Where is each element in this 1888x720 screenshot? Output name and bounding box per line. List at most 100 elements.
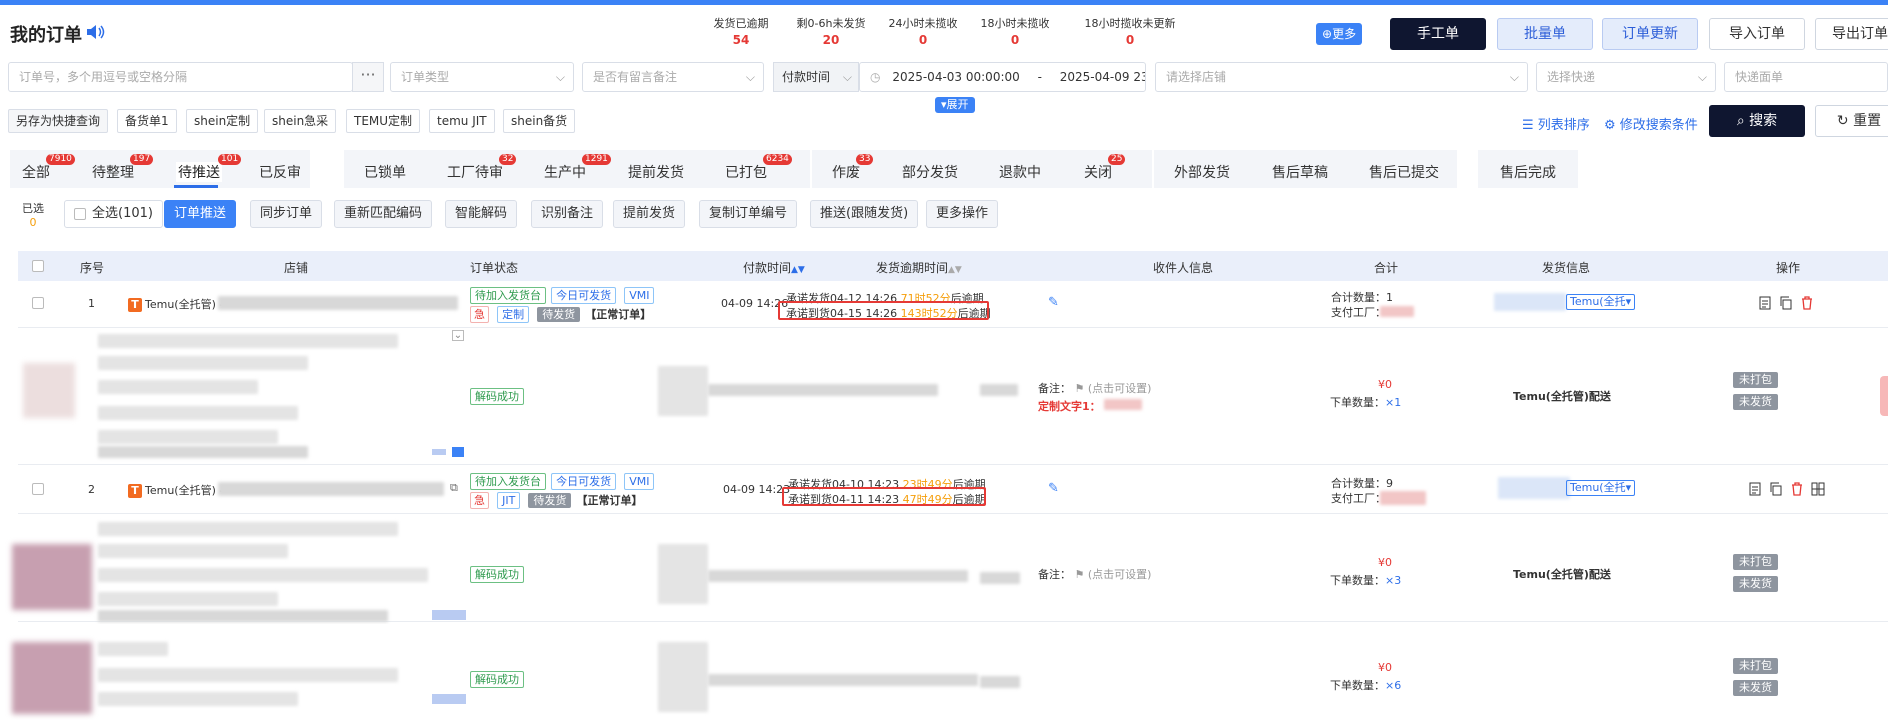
tab-refunding[interactable]: 退款中 [999, 162, 1041, 182]
copy-icon[interactable] [1769, 482, 1783, 496]
smart-decode-button[interactable]: 智能解码 [445, 200, 518, 228]
quick-tag[interactable]: shein备货 [503, 109, 576, 133]
order-update-button[interactable]: 订单更新 [1602, 18, 1698, 50]
row-checkbox[interactable] [32, 483, 44, 495]
save-quick-query-button[interactable]: 另存为快捷查询 [8, 109, 109, 133]
express-select[interactable]: 选择快递 ⌵ [1536, 62, 1716, 92]
edit-search-link[interactable]: ⚙ 修改搜索条件 [1604, 114, 1698, 133]
product-thumbnail[interactable] [12, 544, 92, 610]
push-order-button[interactable]: 订单推送 [164, 200, 237, 228]
edit-pencil-icon[interactable]: ✎ [1048, 481, 1059, 496]
stat-18h-not-updated[interactable]: 18小时揽收未更新 0 [1060, 15, 1200, 47]
more-dots-button[interactable]: ··· [352, 62, 384, 92]
copy-icon[interactable]: ⧉ [450, 481, 458, 495]
col-pay-time[interactable]: 付款时间▲▼ [743, 259, 805, 276]
note-select[interactable]: 是否有留言备注 ⌵ [582, 62, 764, 92]
page-title: 我的订单 [10, 25, 82, 46]
stat-18h-uncollected[interactable]: 18小时未揽收 0 [960, 15, 1070, 47]
image-icon[interactable] [452, 447, 464, 457]
tab-to-push[interactable]: 待推送 101 [176, 154, 242, 182]
batch-order-button[interactable]: 批量单 [1497, 18, 1593, 50]
quick-tag[interactable]: TEMU定制 [346, 109, 421, 133]
tab-to-organize[interactable]: 待整理 197 [92, 154, 154, 182]
time-mode-select[interactable]: 付款时间 ⌵ [773, 62, 859, 92]
note-field[interactable]: 备注： ⚑ (点击可设置) [1038, 380, 1151, 396]
quick-tag[interactable]: 备货单1 [117, 109, 177, 133]
copy-icon[interactable] [1779, 296, 1793, 310]
col-operations: 操作 [1776, 261, 1801, 275]
document-icon[interactable] [1758, 296, 1772, 310]
recognize-note-button[interactable]: 识别备注 [531, 200, 604, 228]
sync-order-button[interactable]: 同步订单 [250, 200, 323, 228]
rematch-code-button[interactable]: 重新匹配编码 [334, 200, 433, 228]
trash-icon[interactable] [1790, 482, 1804, 496]
triangle-down-icon: ▾ [1625, 481, 1632, 494]
select-all-checkbox[interactable]: 全选(101) [64, 200, 163, 228]
ship-channel-select[interactable]: Temu(全托▾ [1566, 480, 1636, 496]
document-icon[interactable] [1748, 482, 1762, 496]
import-order-button[interactable]: 导入订单 [1709, 18, 1805, 50]
redacted-tag [432, 610, 466, 620]
side-handle[interactable] [1880, 376, 1888, 416]
note-field[interactable]: 备注： ⚑ (点击可设置) [1038, 566, 1151, 582]
copy-order-no-button[interactable]: 复制订单编号 [699, 200, 798, 228]
redacted-sku [98, 610, 388, 622]
chevron-down-icon: ⌵ [1697, 70, 1707, 84]
row-index: 2 [88, 483, 95, 496]
ship-channel-select[interactable]: Temu(全托▾ [1566, 294, 1636, 310]
order-type-select[interactable]: 订单类型 ⌵ [390, 62, 574, 92]
tab-aftersale-draft[interactable]: 售后草稿 [1272, 162, 1328, 182]
row-checkbox[interactable] [32, 297, 44, 309]
redacted-text [980, 572, 1020, 584]
reset-button[interactable]: ↻ 重置 [1815, 105, 1888, 137]
col-overdue-time[interactable]: 发货逾期时间▲▼ [876, 259, 962, 276]
order-no-input[interactable]: 订单号，多个用逗号或空格分隔 [8, 62, 353, 92]
col-recipient: 收件人信息 [1153, 261, 1214, 275]
tab-locked[interactable]: 已锁单 [364, 162, 406, 182]
date-end[interactable]: 2025-04-09 23:59:59 [1060, 70, 1145, 84]
more-actions-button[interactable]: 更多操作 [926, 200, 999, 228]
highlight-box [778, 301, 989, 320]
product-thumbnail[interactable] [23, 363, 75, 418]
edit-pencil-icon[interactable]: ✎ [1048, 295, 1059, 310]
pay-time: 04-09 14:23 [723, 483, 791, 496]
tab-factory-review[interactable]: 工厂待审 32 [447, 154, 517, 182]
product-thumbnail[interactable] [12, 642, 92, 714]
quick-tag[interactable]: shein急采 [264, 109, 337, 133]
trash-icon[interactable] [1800, 296, 1814, 310]
tab-in-production[interactable]: 生产中 1291 [544, 154, 611, 182]
table-row[interactable]: 解码成功 ¥0 下单数量：×6 未打包 未发货 [12, 624, 1888, 720]
header-checkbox[interactable] [32, 260, 44, 272]
total-qty: 合计数量：1 [1331, 291, 1393, 304]
status-tags: 待加入发货台 今日可发货 VMI [470, 284, 657, 304]
tab-early-ship[interactable]: 提前发货 [628, 162, 684, 182]
tab-reversed[interactable]: 已反审 [259, 162, 301, 182]
tab-external-ship[interactable]: 外部发货 [1174, 162, 1230, 182]
tab-packed[interactable]: 已打包 6234 [725, 154, 792, 182]
table-row[interactable]: 解码成功 备注： ⚑ (点击可设置) ¥0 下单数量：×3 Temu(全托管)配… [12, 514, 1888, 622]
tab-closed[interactable]: 关闭 25 [1084, 154, 1126, 182]
tab-all[interactable]: 全部 7910 [22, 154, 75, 182]
quick-tag[interactable]: shein定制 [186, 109, 259, 133]
date-range-picker[interactable]: ◷ 2025-04-03 00:00:00 - 2025-04-09 23:59… [859, 62, 1146, 92]
date-start[interactable]: 2025-04-03 00:00:00 [892, 70, 1019, 84]
split-icon[interactable] [1811, 482, 1825, 496]
push-follow-ship-button[interactable]: 推送(跟随发货) [810, 200, 919, 228]
speaker-icon[interactable] [85, 23, 105, 41]
early-ship-button[interactable]: 提前发货 [613, 200, 686, 228]
express-no-input[interactable]: 快递面单 [1724, 62, 1888, 92]
export-order-button[interactable]: 导出订单 [1815, 18, 1888, 50]
shop-select[interactable]: 请选择店铺 ⌵ [1155, 62, 1528, 92]
redacted-shop [218, 482, 444, 496]
tab-aftersale-done[interactable]: 售后完成 [1500, 162, 1556, 182]
quick-tag[interactable]: temu JIT [429, 109, 495, 133]
manual-order-button[interactable]: 手工单 [1390, 18, 1486, 50]
table-row[interactable]: ⌄ 解码成功 备注： ⚑ (点击可设置) 定制文字1： ¥0 下单数量：×1 T… [18, 328, 1888, 465]
tab-aftersale-submitted[interactable]: 售后已提交 [1369, 162, 1439, 182]
tab-partial-ship[interactable]: 部分发货 [902, 162, 958, 182]
list-sort-link[interactable]: ☰ 列表排序 [1522, 114, 1590, 133]
search-button[interactable]: ⌕ 搜索 [1709, 105, 1805, 137]
tab-void[interactable]: 作废 33 [832, 154, 874, 182]
more-stats-button[interactable]: ⊕更多 [1316, 23, 1363, 45]
dropdown-icon[interactable]: ⌄ [452, 330, 464, 341]
